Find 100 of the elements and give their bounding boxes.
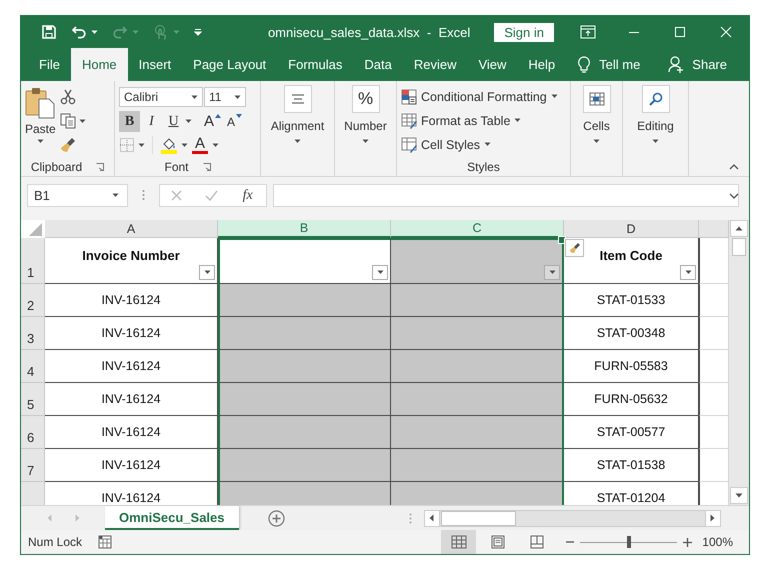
copy-icon[interactable] [60,113,76,129]
style-menu-button[interactable]: Format as Table [401,109,558,132]
filter-button[interactable] [199,265,215,280]
caret-icon[interactable] [138,142,145,148]
caret-icon[interactable] [729,193,739,199]
dialog-launcher-icon[interactable] [96,163,104,171]
column-header[interactable]: A [45,220,218,238]
tell-me-button[interactable]: Tell me [566,48,652,81]
customize-icon[interactable] [194,28,202,36]
alignment-button[interactable]: Alignment [265,85,330,158]
font-size-field[interactable]: 11 [204,87,246,107]
row-header[interactable]: 7 [21,449,45,482]
ribbon-tab[interactable]: Page Layout [182,48,278,81]
caret-icon [652,139,659,144]
right-arrow-icon [74,514,80,522]
ribbon-tab[interactable]: Help [517,48,566,81]
sheet-tab[interactable]: OmniSecu_Sales [105,506,238,530]
left-arrow-icon[interactable] [429,514,434,522]
caret-icon [362,139,369,144]
window-title: omnisecu_sales_data.xlsx - Excel [266,24,472,40]
cells-button[interactable]: Cells [575,85,618,158]
row-header[interactable]: 6 [21,416,45,449]
caret-icon[interactable] [91,30,98,34]
column-header[interactable]: D [564,220,699,238]
ribbon-tab[interactable]: Review [402,48,468,81]
brush-icon [568,242,580,254]
save-icon[interactable] [41,24,57,40]
number-button[interactable]: % Number [339,85,392,158]
bold-button[interactable]: B [119,111,140,132]
row-header[interactable]: 3 [21,317,45,350]
caret-icon[interactable] [185,119,192,124]
macro-icon[interactable] [98,535,112,549]
editing-button[interactable]: Editing [627,85,684,158]
view-button[interactable] [441,530,476,554]
caret-icon [514,118,522,123]
font-name-field[interactable]: Calibri [119,87,203,107]
insert-function-button[interactable]: fx [240,188,255,204]
caret-icon[interactable] [212,142,219,148]
slider-thumb[interactable] [626,536,631,548]
scroll-thumb[interactable] [732,238,746,256]
scissors-icon[interactable] [60,89,76,105]
underline-button[interactable]: U [163,111,184,132]
caret-icon [550,94,558,99]
lines-drawing [290,94,304,104]
collapse-ribbon-icon[interactable] [729,164,739,170]
caret-icon[interactable] [181,142,188,148]
horizontal-scrollbar[interactable] [424,510,720,526]
right-arrow-icon[interactable] [710,514,715,522]
row-header[interactable]: 1 [21,238,45,284]
up-arrow-icon[interactable] [735,226,743,231]
style-menu-button[interactable]: Conditional Formatting [401,85,558,108]
dialog-launcher-icon[interactable] [202,163,210,171]
ribbon-tab[interactable]: Formulas [277,48,354,81]
ribbon-tab[interactable]: File [28,48,71,81]
close-icon[interactable] [720,26,732,38]
filter-button[interactable] [680,265,696,280]
maximize-icon[interactable] [674,26,686,38]
undo-icon[interactable] [71,24,87,40]
caret-icon [684,270,692,275]
paint-bucket-icon[interactable] [160,136,178,154]
table-cell: INV-16124 [45,284,218,317]
ribbon-tab[interactable]: Home [70,48,128,81]
share-button[interactable]: Share [657,48,749,81]
caret-icon[interactable] [78,118,86,124]
table-cell: INV-16124 [45,350,218,383]
column-heading: Item Code [600,248,662,263]
formula-field[interactable] [273,184,739,207]
column-header[interactable]: B [218,220,391,238]
vertical-scrollbar[interactable] [729,220,749,505]
add-sheet-icon[interactable] [268,510,284,526]
grow-font-button[interactable]: A [202,111,223,132]
clipboard-icon [25,87,56,119]
brush-icon[interactable] [60,137,76,153]
caret-icon [173,30,180,34]
column-header[interactable]: C [391,220,564,238]
filter-button[interactable] [544,265,560,280]
zoom-level[interactable]: 100% [702,535,733,549]
row-header[interactable]: 2 [21,284,45,317]
percent-symbol: % [352,85,380,113]
name-box[interactable]: B1 [27,184,128,207]
row-header[interactable]: 5 [21,383,45,416]
ribbon-tab[interactable]: Insert [128,48,182,81]
paste-button[interactable]: Paste [25,85,56,158]
zoom-in-icon[interactable] [683,538,692,546]
shrink-font-button[interactable]: A [224,111,245,132]
filter-button[interactable] [372,265,388,280]
ribbon-display-icon[interactable] [580,25,596,39]
ribbon-tab[interactable]: View [467,48,518,81]
italic-button[interactable]: I [141,111,162,132]
caret-icon [112,193,119,198]
row-header[interactable]: 4 [21,350,45,383]
font-color-button[interactable]: A [191,136,209,154]
sign-in-button[interactable]: Sign in [494,22,554,42]
scroll-thumb[interactable] [440,510,516,526]
table-cell [699,383,729,416]
paste-options-button[interactable] [565,239,584,257]
caret-icon [36,139,44,144]
down-arrow-icon[interactable] [735,493,743,498]
ribbon-tab[interactable]: Data [353,48,403,81]
style-menu-button[interactable]: Cell Styles [401,133,558,156]
